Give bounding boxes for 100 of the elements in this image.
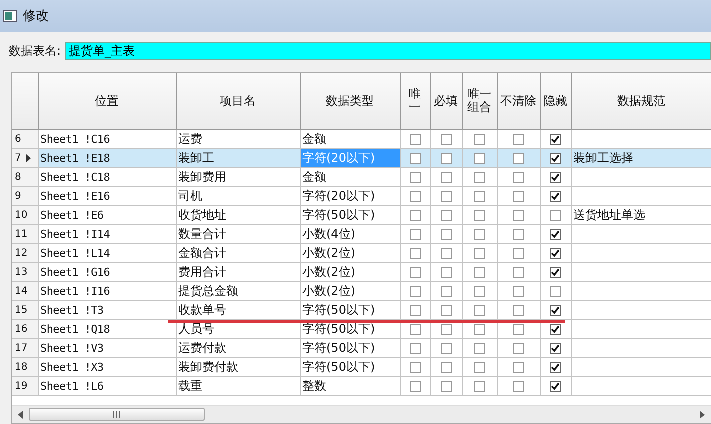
checkbox[interactable] <box>550 229 561 240</box>
checkbox[interactable] <box>550 191 561 202</box>
table-cell: Sheet1 !E16 <box>38 186 176 206</box>
checkbox[interactable] <box>474 305 485 316</box>
checkbox[interactable] <box>550 248 561 260</box>
scroll-left-icon[interactable] <box>18 410 23 418</box>
table-row[interactable]: 15 Sheet1 !T3 收款单号 字符(50以下) <box>12 300 711 320</box>
checkbox[interactable] <box>410 172 420 184</box>
checkbox[interactable] <box>410 153 420 164</box>
table-row[interactable]: 17 Sheet1 !V3 运费付款 字符(50以下) <box>12 338 711 358</box>
column-header[interactable]: 数据规范 <box>571 73 711 130</box>
checkbox[interactable] <box>474 286 485 298</box>
checkbox[interactable] <box>513 210 524 222</box>
column-header[interactable]: 数据类型 <box>300 73 400 130</box>
checkbox[interactable] <box>410 229 420 240</box>
checkbox[interactable] <box>410 267 420 278</box>
checkbox[interactable] <box>513 324 524 336</box>
checkbox[interactable] <box>513 286 524 298</box>
checkbox[interactable] <box>474 362 485 374</box>
checkbox[interactable] <box>440 343 452 354</box>
checkbox[interactable] <box>474 324 485 336</box>
table-row[interactable]: 18 Sheet1 !X3 装卸费付款 字符(50以下) <box>12 358 711 376</box>
column-header[interactable]: 唯一 <box>400 73 430 130</box>
checkbox[interactable] <box>410 210 420 222</box>
checkbox[interactable] <box>550 324 561 336</box>
checkbox[interactable] <box>550 286 561 298</box>
checkbox[interactable] <box>550 172 561 184</box>
checkbox[interactable] <box>440 381 452 392</box>
checkbox[interactable] <box>410 248 420 260</box>
checkbox[interactable] <box>474 172 485 184</box>
checkbox[interactable] <box>440 286 452 298</box>
checkbox[interactable] <box>440 172 452 184</box>
table-row[interactable]: 9 Sheet1 !E16 司机 字符(20以下) <box>12 186 711 206</box>
checkbox[interactable] <box>410 381 420 392</box>
scrollbar-thumb[interactable] <box>29 408 205 421</box>
checkbox[interactable] <box>550 381 561 392</box>
checkbox[interactable] <box>440 210 452 222</box>
checkbox[interactable] <box>410 324 420 336</box>
checkbox[interactable] <box>513 153 524 164</box>
column-header[interactable]: 必填 <box>430 73 462 130</box>
checkbox[interactable] <box>474 134 485 146</box>
table-row[interactable]: 14 Sheet1 !I16 提货总金额 小数(2位) <box>12 282 711 300</box>
checkbox[interactable] <box>513 343 524 354</box>
scroll-right-icon[interactable] <box>700 410 705 418</box>
table-cell: Sheet1 !I14 <box>38 224 176 244</box>
column-header[interactable]: 项目名 <box>176 73 300 130</box>
table-cell: Sheet1 !L6 <box>38 376 176 396</box>
checkbox[interactable] <box>550 305 561 316</box>
checkbox[interactable] <box>513 172 524 184</box>
checkbox[interactable] <box>513 191 524 202</box>
checkbox[interactable] <box>513 362 524 374</box>
checkbox[interactable] <box>440 229 452 240</box>
column-header[interactable]: 位置 <box>38 73 176 130</box>
checkbox[interactable] <box>410 305 420 316</box>
checkbox[interactable] <box>550 134 561 146</box>
checkbox[interactable] <box>440 362 452 374</box>
checkbox[interactable] <box>513 305 524 316</box>
checkbox[interactable] <box>474 210 485 222</box>
checkbox[interactable] <box>474 229 485 240</box>
checkbox[interactable] <box>513 248 524 260</box>
checkbox[interactable] <box>410 191 420 202</box>
table-row[interactable]: 13 Sheet1 !G16 费用合计 小数(2位) <box>12 262 711 282</box>
checkbox[interactable] <box>550 153 561 164</box>
table-name-field[interactable]: 提货单_主表 <box>65 42 711 60</box>
checkbox[interactable] <box>410 362 420 374</box>
checkbox[interactable] <box>474 153 485 164</box>
table-row[interactable]: 19 Sheet1 !L6 载重 整数 <box>12 376 711 396</box>
column-header[interactable]: 不清除 <box>497 73 540 130</box>
column-header[interactable]: 隐藏 <box>540 73 571 130</box>
checkbox[interactable] <box>440 248 452 260</box>
checkbox[interactable] <box>513 134 524 146</box>
checkbox[interactable] <box>440 191 452 202</box>
checkbox[interactable] <box>474 248 485 260</box>
table-row[interactable]: 7 Sheet1 !E18 装卸工 字符(20以下) 装卸工选择 <box>12 148 711 168</box>
checkbox[interactable] <box>410 286 420 298</box>
checkbox[interactable] <box>474 191 485 202</box>
checkbox[interactable] <box>513 229 524 240</box>
checkbox[interactable] <box>550 362 561 374</box>
column-header[interactable]: 唯一组合 <box>462 73 497 130</box>
checkbox[interactable] <box>410 134 420 146</box>
checkbox[interactable] <box>550 210 561 222</box>
checkbox[interactable] <box>474 267 485 278</box>
table-row[interactable]: 8 Sheet1 !C18 装卸费用 金额 <box>12 168 711 186</box>
checkbox[interactable] <box>474 381 485 392</box>
checkbox[interactable] <box>550 343 561 354</box>
horizontal-scrollbar[interactable] <box>12 405 711 423</box>
table-cell: 提货总金额 <box>176 282 300 300</box>
checkbox[interactable] <box>550 267 561 278</box>
table-row[interactable]: 10 Sheet1 !E6 收货地址 字符(50以下) 送货地址单选 <box>12 206 711 224</box>
table-row[interactable]: 12 Sheet1 !L14 金额合计 小数(2位) <box>12 244 711 262</box>
checkbox[interactable] <box>410 343 420 354</box>
checkbox[interactable] <box>440 134 452 146</box>
checkbox[interactable] <box>513 381 524 392</box>
table-row[interactable]: 11 Sheet1 !I14 数量合计 小数(4位) <box>12 224 711 244</box>
checkbox[interactable] <box>474 343 485 354</box>
checkbox[interactable] <box>440 267 452 278</box>
checkbox[interactable] <box>440 305 452 316</box>
checkbox[interactable] <box>440 153 452 164</box>
checkbox[interactable] <box>440 324 452 336</box>
checkbox[interactable] <box>513 267 524 278</box>
